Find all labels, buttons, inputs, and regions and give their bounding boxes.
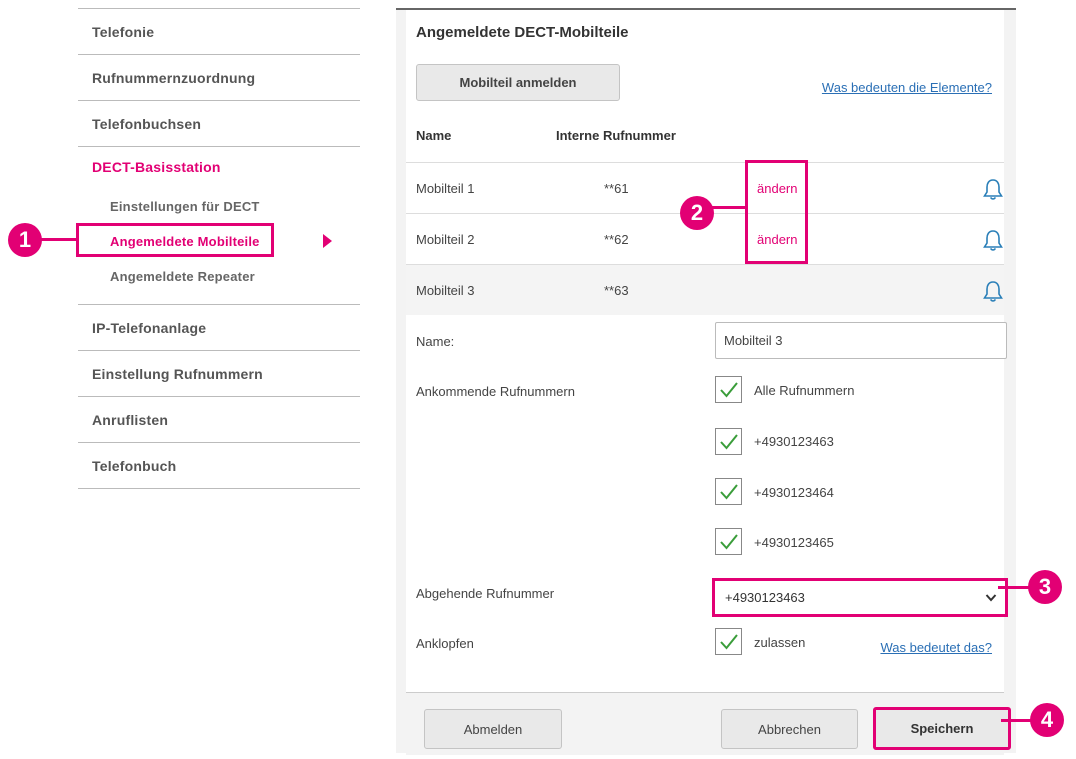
panel-footer: Abmelden Abbrechen Speichern — [406, 692, 1011, 755]
callout-badge-4: 4 — [1030, 703, 1064, 737]
checkmark-icon — [720, 382, 738, 398]
knock-label: Anklopfen — [416, 636, 474, 651]
sidebar-subitem-dect-settings[interactable]: Einstellungen für DECT — [110, 189, 360, 224]
sidebar-item-anruflisten[interactable]: Anruflisten — [78, 397, 360, 443]
active-arrow-icon — [323, 234, 332, 248]
panel-title: Angemeldete DECT-Mobilteile — [416, 24, 629, 41]
logout-handset-button[interactable]: Abmelden — [424, 709, 562, 749]
bell-icon[interactable] — [982, 228, 1004, 252]
checkmark-icon — [720, 534, 738, 550]
sidebar-item-dect-basisstation[interactable]: DECT-Basisstation — [92, 159, 360, 175]
checkmark-icon — [720, 634, 738, 650]
callout-badge-2: 2 — [680, 196, 714, 230]
checkbox-label: +4930123463 — [754, 434, 834, 449]
checkbox-number-2[interactable] — [715, 478, 742, 505]
checkbox-label: Alle Rufnummern — [754, 383, 855, 398]
outgoing-number-select[interactable]: +4930123463 — [712, 578, 1008, 617]
sidebar-item-telefonie[interactable]: Telefonie — [78, 9, 360, 55]
sidebar-item-einstellung-rufnummern[interactable]: Einstellung Rufnummern — [78, 351, 360, 397]
column-header-name: Name — [416, 128, 452, 143]
callout-line-2 — [712, 206, 746, 209]
highlight-box-selected-item — [76, 223, 274, 257]
checkbox-knock-allow[interactable] — [715, 628, 742, 655]
handset-name: Mobilteil 1 — [416, 181, 475, 196]
register-handset-button[interactable]: Mobilteil anmelden — [416, 64, 620, 101]
help-elements-link[interactable]: Was bedeuten die Elemente? — [822, 80, 992, 95]
checkmark-icon — [720, 484, 738, 500]
bell-icon[interactable] — [982, 279, 1004, 303]
panel-content: Angemeldete DECT-Mobilteile Mobilteil an… — [406, 10, 1011, 755]
highlight-box-edit-links — [745, 160, 808, 264]
handset-number: **61 — [604, 181, 629, 196]
checkmark-icon — [720, 434, 738, 450]
callout-line-1 — [40, 238, 78, 241]
checkbox-all-numbers[interactable] — [715, 376, 742, 403]
callout-line-4 — [1001, 719, 1033, 722]
checkbox-label: +4930123465 — [754, 535, 834, 550]
save-button[interactable]: Speichern — [873, 707, 1011, 750]
sidebar-item-rufnummernzuordnung[interactable]: Rufnummernzuordnung — [78, 55, 360, 101]
incoming-numbers-label: Ankommende Rufnummern — [416, 384, 575, 399]
handset-name: Mobilteil 3 — [416, 283, 475, 298]
handset-number: **63 — [604, 283, 629, 298]
callout-badge-1: 1 — [8, 223, 42, 257]
callout-badge-3: 3 — [1028, 570, 1062, 604]
bell-icon[interactable] — [982, 177, 1004, 201]
handset-name-input[interactable]: Mobilteil 3 — [715, 322, 1007, 359]
callout-line-3 — [998, 586, 1030, 589]
handset-name: Mobilteil 2 — [416, 232, 475, 247]
checkbox-label: zulassen — [754, 635, 806, 650]
checkbox-number-3[interactable] — [715, 528, 742, 555]
help-knock-link[interactable]: Was bedeutet das? — [880, 640, 992, 655]
handsets-panel: Angemeldete DECT-Mobilteile Mobilteil an… — [396, 8, 1016, 755]
sidebar-item-telefonbuchsen[interactable]: Telefonbuchsen — [78, 101, 360, 147]
handset-number: **62 — [604, 232, 629, 247]
outgoing-number-label: Abgehende Rufnummer — [416, 586, 555, 601]
select-value: +4930123463 — [725, 590, 805, 605]
checkbox-number-1[interactable] — [715, 428, 742, 455]
sidebar-subitem-registered-repeaters[interactable]: Angemeldete Repeater — [110, 259, 360, 294]
table-row-expanded[interactable]: Mobilteil 3 **63 — [406, 264, 1004, 315]
column-header-internal-number: Interne Rufnummer — [556, 128, 676, 143]
cancel-button[interactable]: Abbrechen — [721, 709, 858, 749]
sidebar-item-telefonbuch[interactable]: Telefonbuch — [78, 443, 360, 489]
chevron-down-icon — [985, 594, 997, 602]
checkbox-label: +4930123464 — [754, 485, 834, 500]
name-label: Name: — [416, 334, 455, 349]
sidebar-item-ip-telefonanlage[interactable]: IP-Telefonanlage — [78, 305, 360, 351]
